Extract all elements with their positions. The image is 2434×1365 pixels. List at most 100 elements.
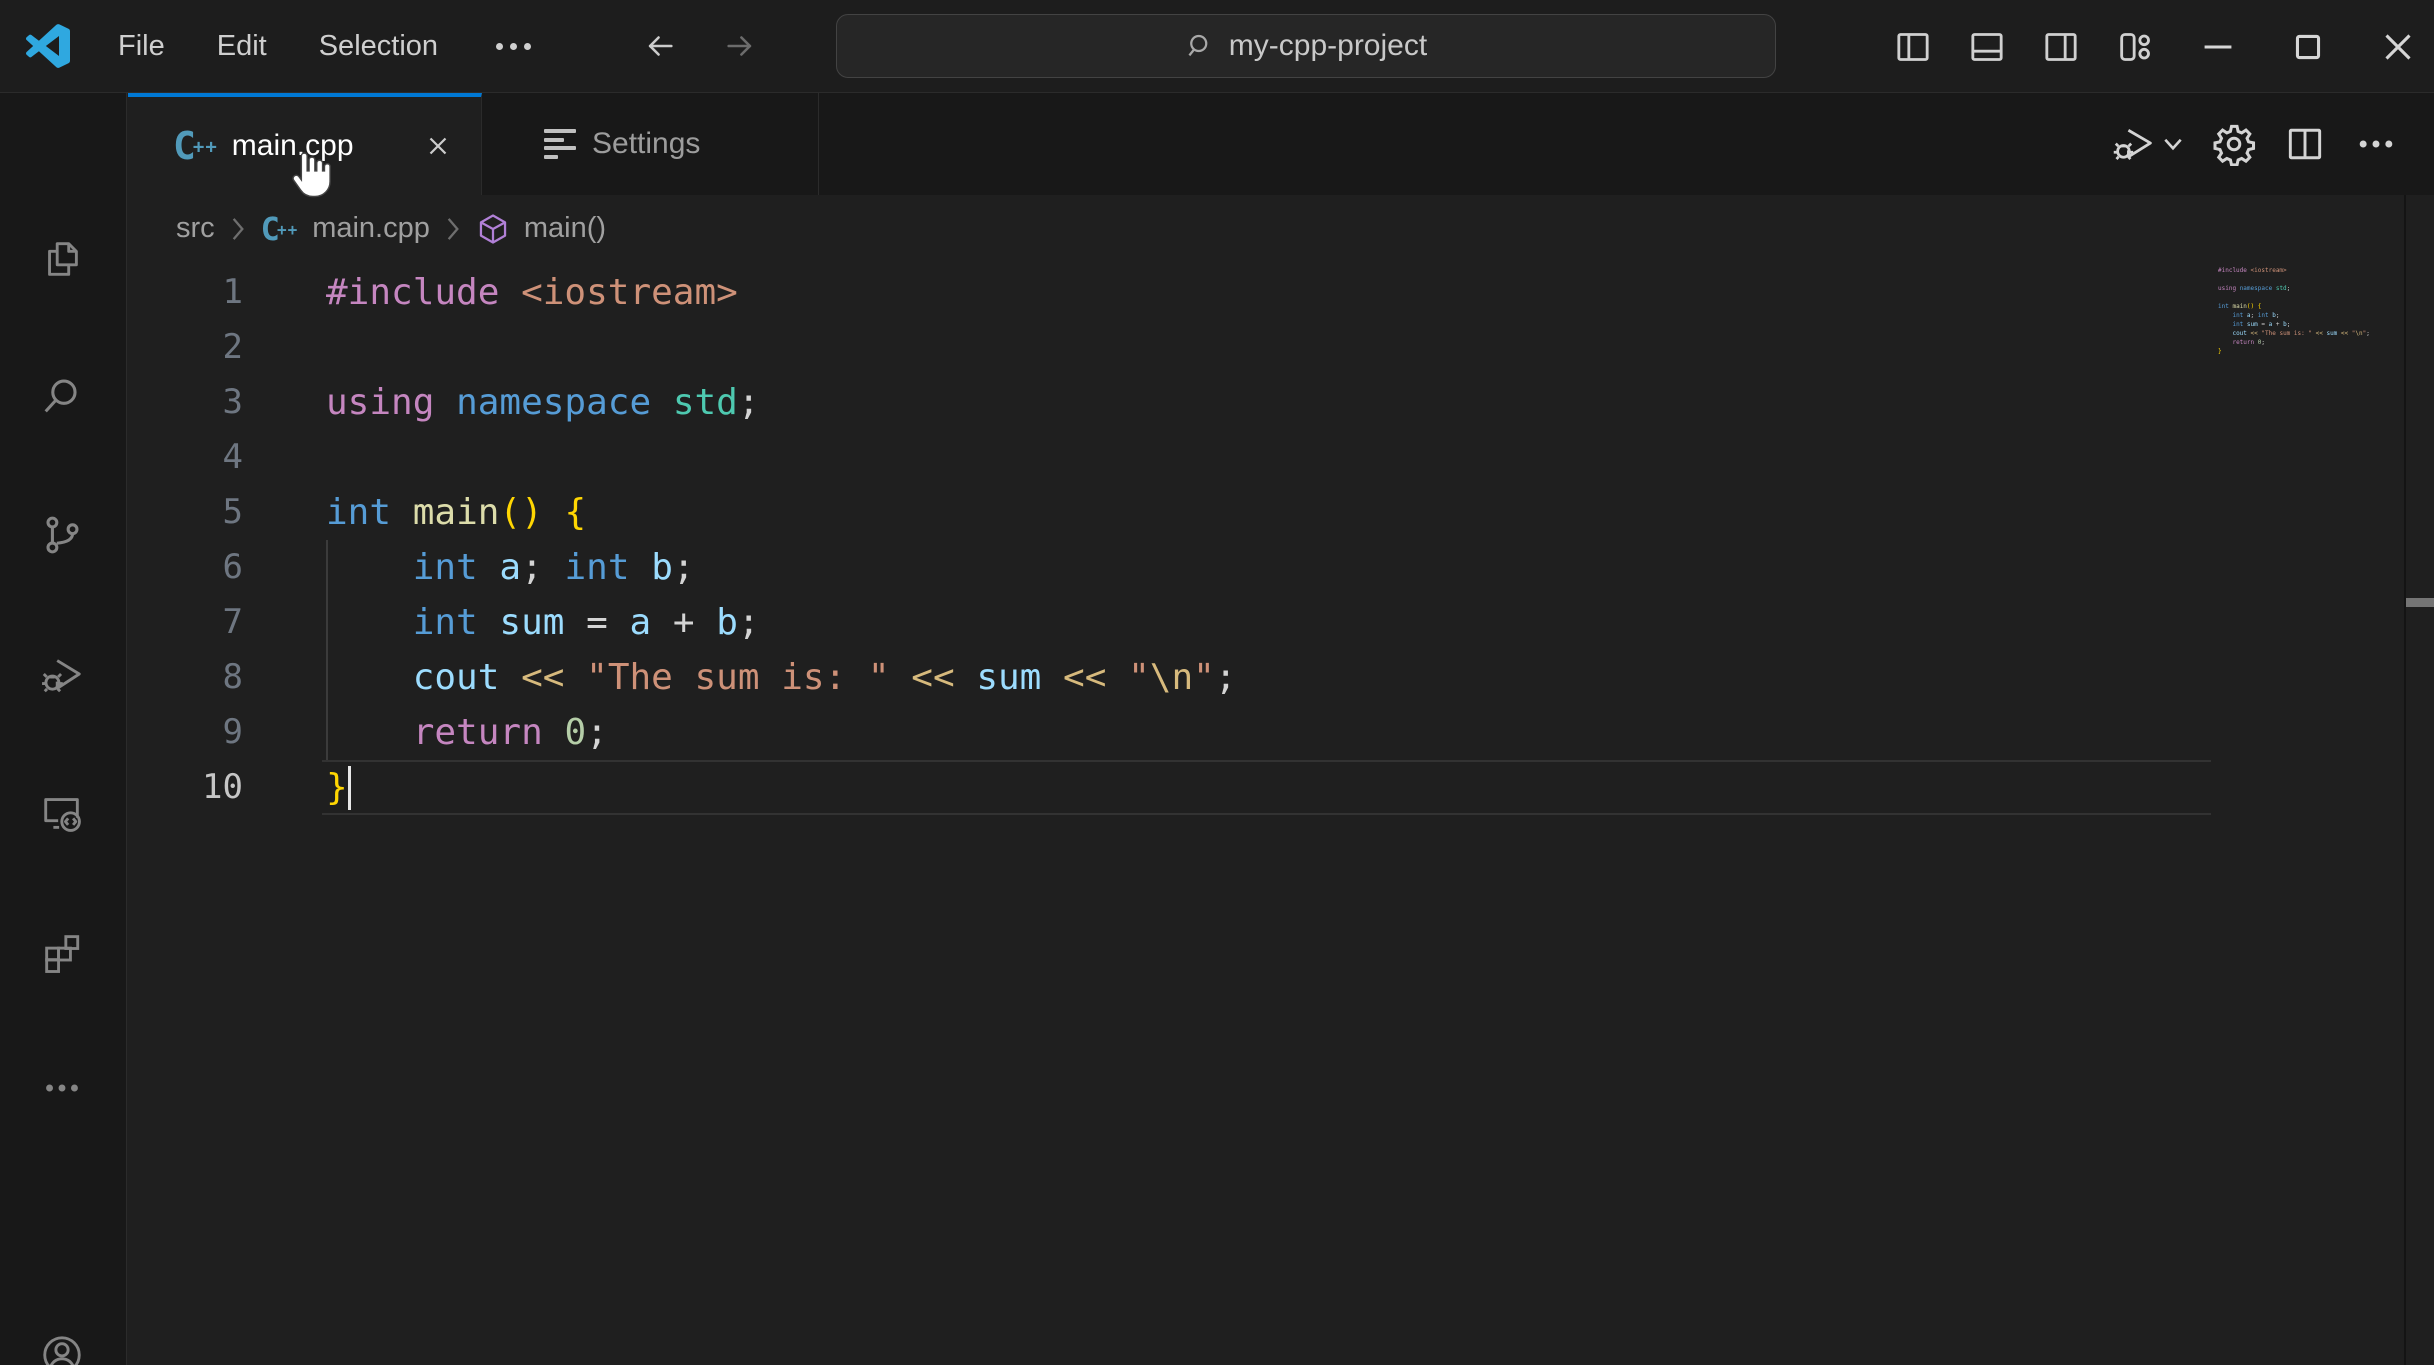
breadcrumbs: src C ++ main.cpp main() [128,195,2208,262]
mouse-hand-cursor [292,152,331,198]
line-number: 9 [222,712,243,752]
overview-ruler-cursor-marker [2406,598,2434,607]
line-number: 6 [222,547,243,587]
code-line[interactable]: 1 #include <iostream> [128,265,1237,320]
close-icon[interactable] [2375,24,2421,70]
line-number: 1 [222,272,243,312]
minimap-line [2218,275,2404,284]
text-cursor [348,766,351,810]
activity-extensions-button[interactable] [39,928,85,974]
minimap-line: return 0; [2232,339,2266,346]
toggle-sidebar-icon[interactable] [1893,27,1933,67]
code-text: } [326,767,348,808]
code-text: return 0; [412,712,608,753]
title-bar: File Edit Selection my-cpp-project [0,0,2434,93]
search-icon [44,379,77,413]
menu-bar: File Edit Selection [118,30,438,63]
arrow-back-icon[interactable] [643,29,677,63]
command-center-search[interactable]: my-cpp-project [836,14,1776,78]
vscode-logo-icon [26,24,70,68]
files-icon [48,242,78,276]
code-line[interactable]: 8 cout << "The sum is: " << sum << "\n"; [128,650,1237,705]
cpp-file-icon: C ++ [173,124,218,168]
activity-more-button[interactable] [39,1065,85,1111]
minimap[interactable]: #include <iostream> using namespace std; i… [2218,266,2404,356]
symbol-method-icon [479,213,507,244]
code-line[interactable]: 2 [128,320,1237,375]
activity-explorer-button[interactable] [39,236,85,282]
line-number: 5 [222,492,243,532]
menu-overflow-ellipsis-icon[interactable] [496,42,532,50]
code-text: cout << "The sum is: " << sum << "\n"; [412,657,1237,698]
tab-label: Settings [592,127,701,160]
maximize-icon[interactable] [2285,24,2331,70]
breadcrumb-symbol[interactable]: main() [524,212,606,245]
command-center-value: my-cpp-project [1228,29,1428,62]
activity-run-debug-button[interactable] [39,651,85,697]
chevron-right-icon [232,217,244,240]
minimap-line: #include <iostream> [2218,267,2287,274]
minimap-line: int a; int b; [2232,312,2280,319]
account-icon [43,1336,81,1365]
activity-source-control-button[interactable] [39,512,85,558]
menu-selection[interactable]: Selection [319,30,438,63]
arrow-forward-icon[interactable] [723,29,757,63]
line-number: 4 [222,437,243,477]
chevron-down-icon[interactable] [2161,132,2185,156]
minimap-line: int main() { [2218,303,2262,310]
tab-main-cpp[interactable]: C ++ main.cpp [128,93,482,198]
editor-actions [2111,93,2434,195]
code-line[interactable]: 3 using namespace std; [128,375,1237,430]
minimap-line: int sum = a + b; [2232,321,2291,328]
code-line[interactable]: 9 return 0; [128,705,1237,760]
code-text: int sum = a + b; [412,602,760,643]
breadcrumb-src[interactable]: src [176,212,215,245]
line-number: 10 [202,767,243,807]
minimize-icon[interactable] [2195,24,2241,70]
tab-close-icon[interactable] [423,131,453,161]
run-or-debug-button[interactable] [2111,122,2185,166]
extensions-icon [45,935,80,973]
cpp-file-icon: C ++ [260,209,299,248]
line-number: 7 [222,602,243,642]
customize-layout-icon[interactable] [2115,27,2155,67]
activity-bar [0,93,127,1365]
code-editor[interactable]: 1 #include <iostream> 2 3 using namespace st… [128,262,2434,1365]
code-text: int main() { [326,492,587,533]
code-line[interactable]: 10} [128,760,1237,815]
tab-settings[interactable]: Settings [482,93,819,195]
remote-explorer-icon [44,798,81,832]
chevron-right-icon [447,217,459,240]
breadcrumb-file[interactable]: main.cpp [312,212,430,245]
code-line[interactable]: 4 [128,430,1237,485]
code-line[interactable]: 6 int a; int b; [128,540,1237,595]
code-text: int a; int b; [412,547,695,588]
code-line[interactable]: 7 int sum = a + b; [128,595,1237,650]
split-editor-icon[interactable] [2283,122,2327,166]
overview-ruler [2404,195,2406,1365]
run-or-debug-icon [2113,129,2152,160]
minimap-line: using namespace std; [2218,285,2291,292]
minimap-line: } [2218,348,2222,355]
activity-remote-explorer-button[interactable] [39,790,85,836]
code-lines: 1 #include <iostream> 2 3 using namespace st… [128,265,1237,815]
ellipsis-icon [46,1084,78,1092]
code-text: using namespace std; [326,382,760,423]
line-number: 8 [222,657,243,697]
settings-list-icon [544,129,578,159]
toggle-secondary-sidebar-icon[interactable] [2041,27,2081,67]
account-button[interactable] [39,1332,85,1365]
run-and-debug-icon [42,659,81,693]
toggle-panel-icon[interactable] [1967,27,2007,67]
activity-search-button[interactable] [39,374,85,420]
tab-bar: C ++ main.cpp Settings [128,93,2434,198]
menu-file[interactable]: File [118,30,165,63]
more-actions-ellipsis-icon[interactable] [2354,122,2398,166]
menu-edit[interactable]: Edit [217,30,267,63]
minimap-line [2218,293,2404,302]
line-number: 3 [222,382,243,422]
code-line[interactable]: 5 int main() { [128,485,1237,540]
gear-icon[interactable] [2212,122,2256,166]
line-number: 2 [222,327,243,367]
minimap-line: cout << "The sum is: " << sum << "\n"; [2232,330,2370,337]
